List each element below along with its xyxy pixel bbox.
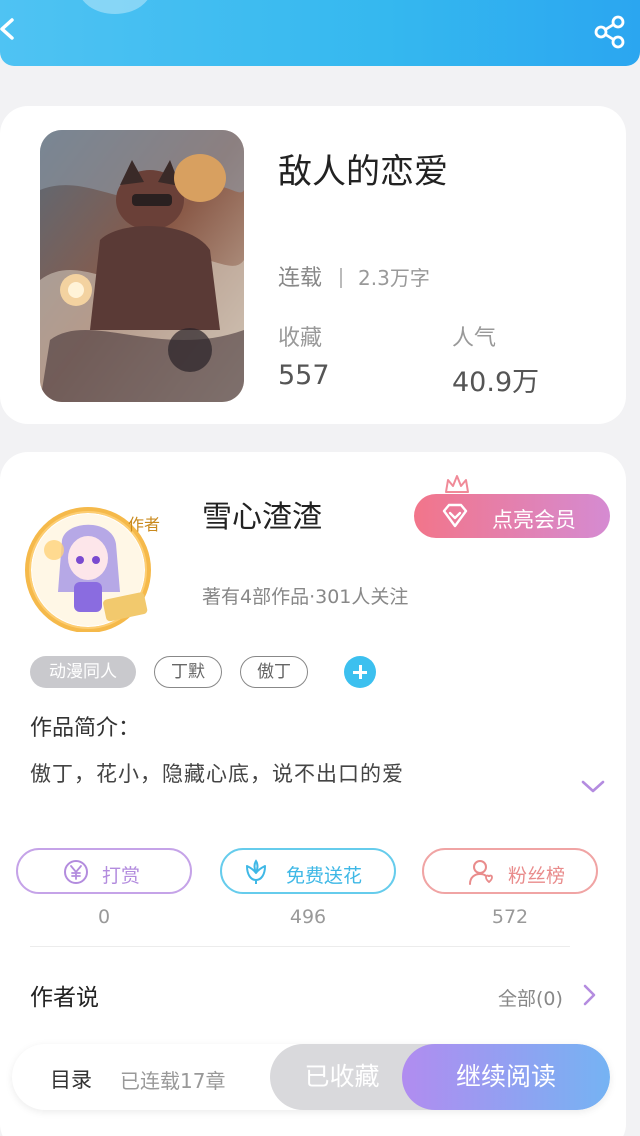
collected-label: 已收藏	[304, 1062, 380, 1091]
reward-label: 打赏	[102, 865, 141, 887]
chevron-right-icon[interactable]	[580, 982, 598, 1008]
reward-button[interactable]: 打赏	[16, 848, 192, 894]
share-icon[interactable]	[590, 12, 630, 52]
favorites-count: 557	[278, 360, 330, 391]
diamond-icon	[442, 503, 468, 528]
add-tag-plus-icon[interactable]	[344, 656, 376, 688]
book-cover-image[interactable]	[40, 130, 244, 402]
intro-text: 傲丁，花小，隐藏心底，说不出口的爱	[30, 762, 404, 786]
fan-person-icon	[469, 860, 493, 885]
vip-button-label: 点亮会员	[492, 508, 576, 532]
crown-icon	[445, 475, 469, 493]
status-divider	[340, 268, 343, 288]
tag-aoding[interactable]: 傲丁	[240, 656, 308, 688]
serial-status: 连载	[278, 266, 323, 291]
chapter-count[interactable]: 已连载17章	[120, 1065, 225, 1094]
tag-anime-fanfic[interactable]: 动漫同人	[30, 656, 136, 688]
tag-dingmo[interactable]: 丁默	[154, 656, 222, 688]
continue-reading-button[interactable]: 继续阅读	[402, 1044, 610, 1110]
popularity-label: 人气	[452, 326, 497, 351]
book-title: 敌人的恋爱	[278, 152, 448, 192]
fan-ranking-label: 粉丝榜	[508, 865, 566, 887]
send-flower-button[interactable]: 免费送花	[220, 848, 396, 894]
author-name[interactable]: 雪心渣渣	[202, 492, 322, 536]
flower-icon	[246, 859, 266, 884]
fan-count: 572	[491, 906, 529, 928]
top-navigation-bar	[0, 0, 640, 66]
author-avatar-badge: 作者	[128, 515, 160, 534]
author-info-card: 作者 雪心渣渣 点亮会员 著有4部作品·301人关注 动漫同人 丁默 傲丁 作品…	[0, 452, 626, 1136]
reward-count: 0	[97, 906, 111, 928]
author-avatar[interactable]: 作者	[16, 500, 184, 633]
continue-reading-label: 继续阅读	[455, 1062, 556, 1091]
intro-label: 作品简介：	[30, 716, 141, 741]
favorites-label: 收藏	[278, 326, 323, 351]
send-flower-label: 免费送花	[286, 865, 363, 887]
yen-coin-icon	[64, 860, 88, 884]
header-decoration	[78, 0, 152, 14]
book-status: 连载 2.3万字	[278, 260, 430, 292]
word-count: 2.3万字	[358, 266, 430, 290]
back-arrow-icon[interactable]	[0, 14, 24, 44]
author-says-title: 作者说	[30, 985, 99, 1011]
vip-membership-button[interactable]: 点亮会员	[414, 494, 610, 538]
flower-count: 496	[289, 906, 327, 928]
bottom-action-bar: 目录 已连载17章 已收藏 继续阅读	[12, 1044, 610, 1110]
book-info-card: 敌人的恋爱 连载 2.3万字 收藏 557 人气 40.9万	[0, 106, 626, 424]
table-of-contents-link[interactable]: 目录	[50, 1064, 92, 1094]
popularity-count: 40.9万	[452, 367, 540, 398]
section-divider	[30, 946, 570, 947]
author-says-all-link[interactable]: 全部(0)	[498, 984, 563, 1011]
author-stats: 著有4部作品·301人关注	[202, 586, 409, 608]
chevron-down-icon[interactable]	[580, 778, 606, 796]
fan-ranking-button[interactable]: 粉丝榜	[422, 848, 598, 894]
